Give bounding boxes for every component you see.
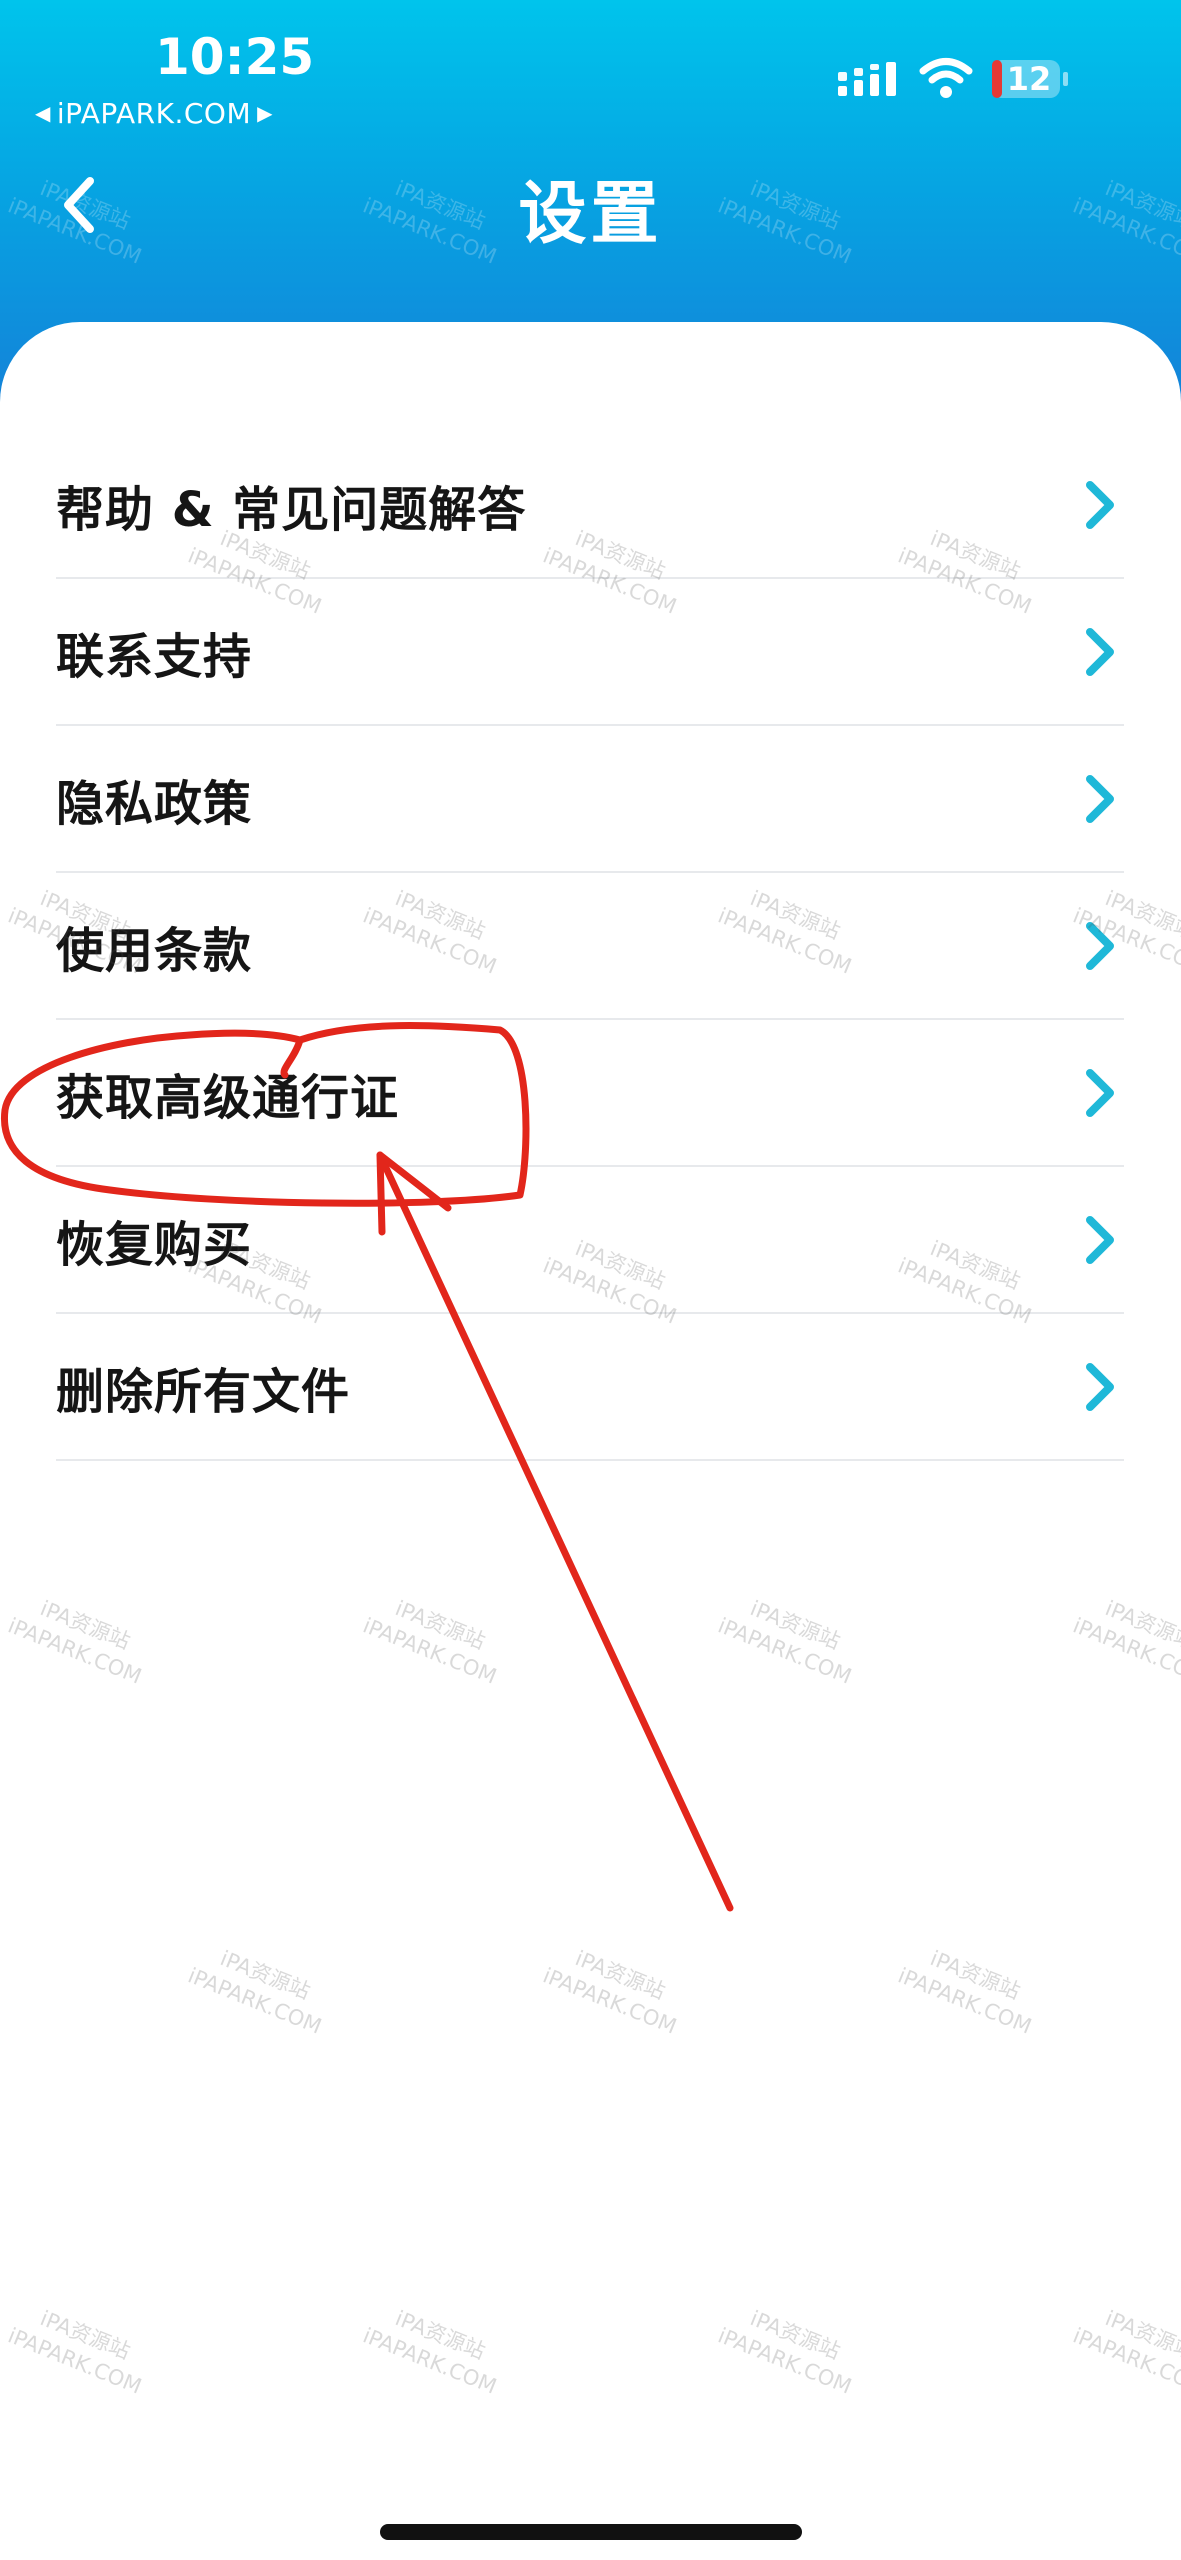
chevron-right-icon [1086,1068,1114,1117]
wifi-icon [919,58,973,98]
status-back-app-label: iPAPARK.COM [56,96,252,130]
menu-item-restore-purchases[interactable]: 恢复购买 [56,1167,1124,1314]
menu-item-label: 联系支持 [56,628,253,685]
menu-item-label: 帮助 & 常见问题解答 [56,481,527,538]
triangle-left-icon: ◀ [35,101,51,125]
battery-level: 12 [1006,60,1052,98]
menu-item-get-premium-pass[interactable]: 获取高级通行证 [56,1020,1124,1167]
menu-item-privacy-policy[interactable]: 隐私政策 [56,726,1124,873]
chevron-right-icon [1086,627,1114,676]
triangle-right-icon: ▶ [257,101,274,125]
menu-item-terms-of-use[interactable]: 使用条款 [56,873,1124,1020]
status-time: 10:25 [155,28,315,86]
cellular-signal-icon [838,62,896,96]
status-back-app-link[interactable]: ◀ iPAPARK.COM ▶ [35,96,273,130]
settings-menu-list: 帮助 & 常见问题解答 联系支持 隐私政策 使用条款 获取高级通行证 恢复购买 [56,432,1124,1461]
chevron-right-icon [1086,1215,1114,1264]
menu-item-help-faq[interactable]: 帮助 & 常见问题解答 [56,432,1124,579]
menu-item-label: 删除所有文件 [56,1363,351,1420]
home-indicator[interactable] [380,2524,802,2540]
menu-item-delete-all-files[interactable]: 删除所有文件 [56,1314,1124,1461]
menu-item-label: 隐私政策 [56,775,253,832]
menu-item-label: 获取高级通行证 [56,1069,400,1126]
chevron-right-icon [1086,921,1114,970]
chevron-right-icon [1086,480,1114,529]
chevron-right-icon [1086,774,1114,823]
page-title: 设置 [518,175,663,254]
chevron-right-icon [1086,1362,1114,1411]
menu-item-label: 使用条款 [56,922,253,979]
menu-item-contact-support[interactable]: 联系支持 [56,579,1124,726]
menu-item-label: 恢复购买 [56,1216,253,1273]
